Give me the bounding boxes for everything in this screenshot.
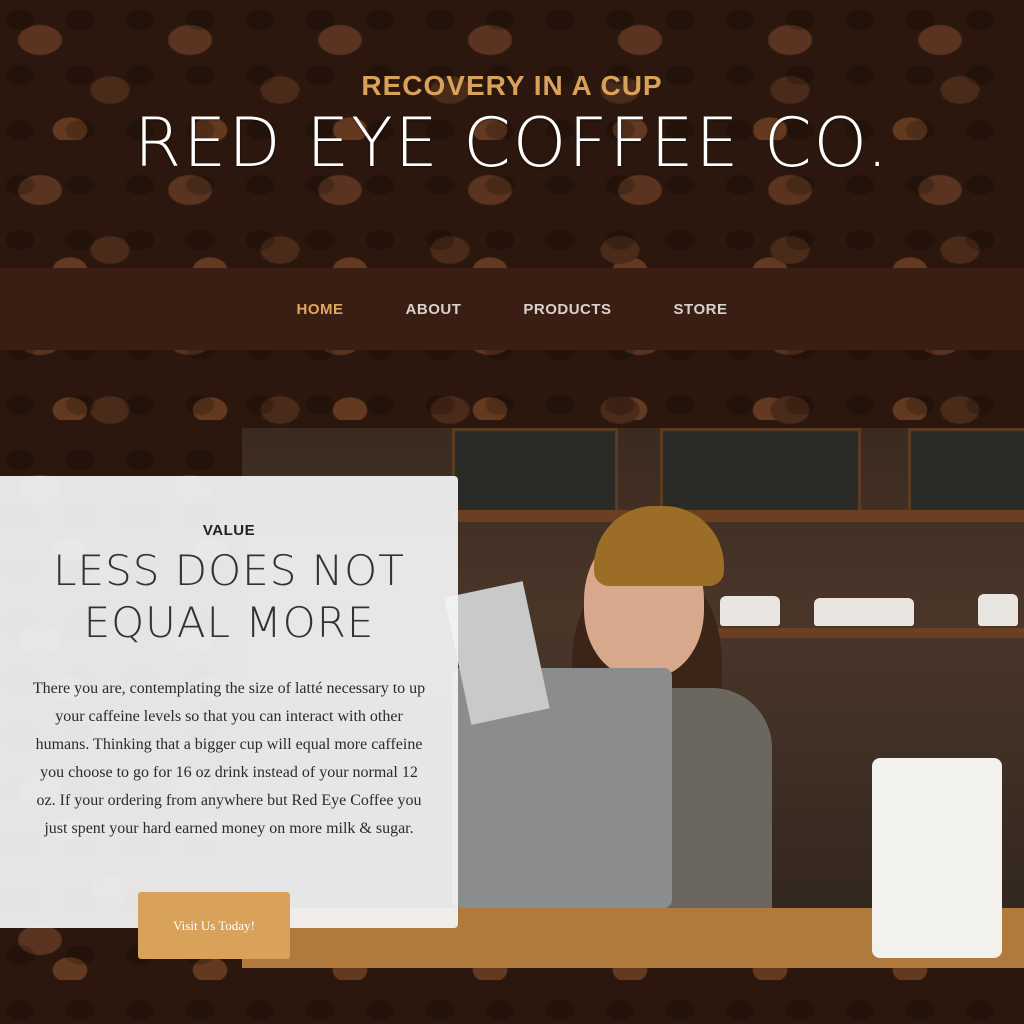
cup-stack <box>872 758 1002 958</box>
nav-item-home[interactable]: HOME <box>297 301 344 318</box>
visit-us-button[interactable]: Visit Us Today! <box>138 892 290 959</box>
headline-line-1: LESS DOES NOT <box>53 546 405 595</box>
cups <box>814 598 914 626</box>
nav-item-store[interactable]: STORE <box>674 301 728 318</box>
cups <box>720 596 780 626</box>
feature-body: There you are, contemplating the size of… <box>32 680 426 837</box>
tagline: RECOVERY IN A CUP <box>361 70 663 101</box>
menu-board <box>452 428 618 514</box>
cups <box>978 594 1018 626</box>
nav-item-about[interactable]: ABOUT <box>406 301 462 318</box>
brand-title[interactable]: RED EYE COFFEE CO. <box>0 104 1024 183</box>
site-header: RECOVERY IN A CUP RED EYE COFFEE CO. <box>0 70 1024 183</box>
menu-board <box>908 428 1024 514</box>
feature-eyebrow: VALUE <box>202 522 256 539</box>
nav-item-products[interactable]: PRODUCTS <box>523 301 611 318</box>
feature-headline: LESS DOES NOT EQUAL MORE <box>0 545 458 649</box>
main-navigation: HOME ABOUT PRODUCTS STORE <box>0 268 1024 350</box>
menu-board <box>660 428 861 514</box>
headline-line-2: EQUAL MORE <box>83 598 375 647</box>
shelf <box>712 628 1024 638</box>
shelf <box>452 510 1024 522</box>
feature-card: VALUE LESS DOES NOT EQUAL MORE There you… <box>0 476 458 928</box>
